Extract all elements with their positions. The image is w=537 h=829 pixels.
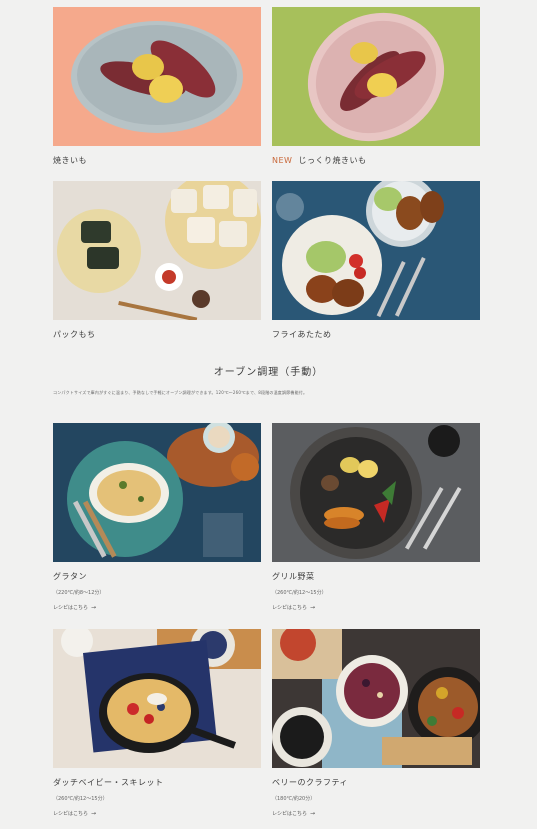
recipe-link[interactable]: レシピはこちら → bbox=[272, 604, 480, 611]
card-detail: （180℃/約20分） bbox=[272, 796, 316, 802]
recipe-link-text: レシピはこちら bbox=[272, 811, 308, 817]
card-label-text: ベリーのクラフティ bbox=[272, 778, 349, 787]
card-label: グリル野菜 bbox=[272, 571, 480, 582]
arrow-right-icon: → bbox=[310, 810, 316, 817]
card-label: ダッチベイビー・スキレット bbox=[53, 777, 261, 788]
recipe-link[interactable]: レシピはこちら → bbox=[53, 604, 261, 611]
arrow-right-icon: → bbox=[310, 604, 316, 611]
recipe-link[interactable]: レシピはこちら → bbox=[272, 810, 480, 817]
card-label: グラタン bbox=[53, 571, 261, 582]
recipe-link-text: レシピはこちら bbox=[53, 811, 89, 817]
card-berry-clafoutis[interactable]: ベリーのクラフティ （180℃/約20分） レシピはこちら → bbox=[272, 629, 480, 817]
arrow-right-icon: → bbox=[91, 604, 97, 611]
recipe-link-text: レシピはこちら bbox=[272, 605, 308, 611]
card-label-text: フライあたため bbox=[272, 330, 332, 339]
photo-berry-clafoutis[interactable] bbox=[272, 629, 480, 768]
card-label: 焼きいも bbox=[53, 155, 261, 166]
card-jikkuri-yakiimo[interactable]: NEW じっくり焼きいも bbox=[272, 7, 480, 166]
photo-gratin[interactable] bbox=[53, 423, 261, 562]
recipe-link[interactable]: レシピはこちら → bbox=[53, 810, 261, 817]
card-label: NEW じっくり焼きいも bbox=[272, 155, 480, 166]
card-pack-mochi[interactable]: パックもち bbox=[53, 181, 261, 340]
card-dutch-baby[interactable]: ダッチベイビー・スキレット （260℃/約12〜15分） レシピはこちら → bbox=[53, 629, 261, 817]
photo-yakiimo[interactable] bbox=[53, 7, 261, 146]
card-label: パックもち bbox=[53, 329, 261, 340]
photo-fry-atatame[interactable] bbox=[272, 181, 480, 320]
card-label: フライあたため bbox=[272, 329, 480, 340]
card-fry-atatame[interactable]: フライあたため bbox=[272, 181, 480, 340]
card-gratin[interactable]: グラタン （220℃/約8〜12分） レシピはこちら → bbox=[53, 423, 261, 611]
card-detail: （220℃/約8〜12分） bbox=[53, 590, 105, 596]
card-yakiimo[interactable]: 焼きいも bbox=[53, 7, 261, 166]
card-label-text: じっくり焼きいも bbox=[298, 156, 367, 165]
photo-pack-mochi[interactable] bbox=[53, 181, 261, 320]
card-label-text: 焼きいも bbox=[53, 156, 87, 165]
card-grill-yasai[interactable]: グリル野菜 （260℃/約12〜15分） レシピはこちら → bbox=[272, 423, 480, 611]
section-description: コンパクトサイズで庫内がすぐに温まり、予熱なしで手軽にオーブン調理ができます。1… bbox=[53, 390, 308, 395]
card-label-text: グリル野菜 bbox=[272, 572, 315, 581]
photo-jikkuri-yakiimo[interactable] bbox=[272, 7, 480, 146]
section-title: オーブン調理（手動） bbox=[213, 367, 324, 378]
recipe-link-text: レシピはこちら bbox=[53, 605, 89, 611]
arrow-right-icon: → bbox=[91, 810, 97, 817]
card-detail: （260℃/約12〜15分） bbox=[272, 590, 327, 596]
card-detail: （260℃/約12〜15分） bbox=[53, 796, 108, 802]
product-grid-row-1: 焼きいも NEW じっくり焼きいも bbox=[53, 7, 480, 166]
product-grid-row-2: パックもち フライあたため bbox=[53, 181, 480, 340]
card-label-text: ダッチベイビー・スキレット bbox=[53, 778, 164, 787]
photo-dutch-baby[interactable] bbox=[53, 629, 261, 768]
new-badge: NEW bbox=[272, 156, 293, 165]
recipe-grid-row-1: グラタン （220℃/約8〜12分） レシピはこちら → グリル野菜 （260℃… bbox=[53, 423, 480, 611]
photo-grill-yasai[interactable] bbox=[272, 423, 480, 562]
card-label: ベリーのクラフティ bbox=[272, 777, 480, 788]
card-label-text: グラタン bbox=[53, 572, 87, 581]
recipe-grid-row-2: ダッチベイビー・スキレット （260℃/約12〜15分） レシピはこちら → ベ… bbox=[53, 629, 480, 817]
card-label-text: パックもち bbox=[53, 330, 96, 339]
